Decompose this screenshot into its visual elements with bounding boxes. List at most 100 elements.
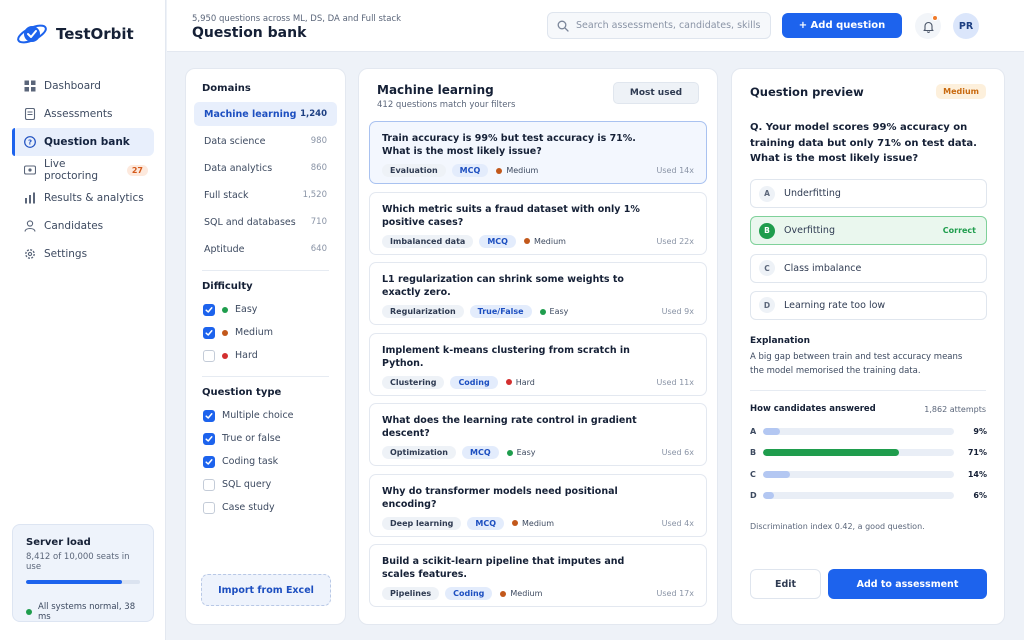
option-letter: A — [759, 185, 775, 202]
question-meta: Deep learning MCQ Medium — [382, 516, 554, 530]
domain-item-full-stack[interactable]: Full stack 1,520 — [194, 183, 337, 207]
difficulty-label: Medium — [533, 236, 566, 246]
difficulty-dot-icon — [512, 520, 519, 526]
add-question-button[interactable]: + Add question — [782, 13, 902, 38]
answer-option-a[interactable]: A Underfitting — [750, 179, 987, 208]
sidebar-item-results-analytics[interactable]: Results & analytics — [12, 184, 154, 212]
answer-option-d[interactable]: D Learning rate too low — [750, 290, 987, 320]
type-option-case-study[interactable]: Case study — [194, 496, 337, 519]
difficulty-label: Hard — [235, 350, 258, 361]
difficulty-dot-icon — [523, 238, 530, 244]
question-card[interactable]: Which metric suits a fraud dataset with … — [369, 191, 707, 255]
type-tag: MCQ — [467, 516, 505, 530]
checkbox[interactable] — [203, 303, 215, 316]
sidebar-item-live-proctoring[interactable]: Live proctoring 27 — [12, 156, 154, 184]
type-option-true-or-false[interactable]: True or false — [194, 427, 337, 450]
question-meta: Optimization MCQ Easy — [382, 446, 535, 459]
avatar[interactable]: PR — [953, 13, 979, 39]
question-text: Build a scikit-learn pipeline that imput… — [382, 556, 625, 580]
type-label: Multiple choice — [222, 410, 294, 421]
difficulty-option-medium[interactable]: Medium — [194, 321, 337, 344]
checkbox[interactable] — [203, 432, 215, 445]
server-load-bar — [26, 580, 140, 584]
sidebar-nav: Dashboard Assessments ? Question bank Li… — [12, 72, 154, 268]
difficulty-option-easy[interactable]: Easy — [194, 298, 337, 321]
question-card[interactable]: What does the learning rate control in g… — [369, 403, 707, 466]
domain-count: 640 — [310, 244, 327, 254]
top-header: 5,950 questions across ML, DS, DA and Fu… — [167, 0, 1024, 52]
attempts-count: 1,862 attempts — [924, 405, 986, 414]
document-icon — [24, 108, 36, 120]
bell-icon — [922, 21, 934, 33]
type-label: Case study — [222, 502, 275, 513]
checkbox[interactable] — [203, 326, 215, 339]
answer-letter: C — [750, 469, 756, 479]
type-label: True or false — [222, 433, 281, 444]
topic-tag: Deep learning — [382, 516, 462, 530]
question-text: Which metric suits a fraud dataset with … — [382, 203, 640, 228]
sidebar-item-assessments[interactable]: Assessments — [12, 100, 154, 128]
answer-bar-row: D 6% — [750, 490, 987, 502]
question-card[interactable]: Train accuracy is 99% but test accuracy … — [369, 121, 707, 184]
difficulty-indicator: Medium — [523, 236, 566, 246]
question-text: Why do transformer models need positiona… — [382, 485, 618, 510]
sidebar-item-label: Assessments — [44, 108, 113, 120]
type-option-sql-query[interactable]: SQL query — [194, 473, 337, 496]
import-from-excel-button[interactable]: Import from Excel — [201, 574, 331, 606]
sidebar-item-question-bank[interactable]: ? Question bank — [12, 128, 154, 156]
question-text: Train accuracy is 99% but test accuracy … — [382, 133, 636, 157]
answer-bar-track — [763, 492, 954, 499]
question-card[interactable]: Why do transformer models need positiona… — [369, 473, 707, 537]
difficulty-label: Easy — [235, 304, 258, 315]
answer-percent: 71% — [967, 448, 987, 457]
divider — [750, 390, 986, 391]
checkbox[interactable] — [203, 409, 215, 422]
notifications-button[interactable] — [915, 13, 941, 39]
question-meta: Evaluation MCQ Medium — [382, 164, 538, 177]
checkbox[interactable] — [203, 455, 215, 468]
question-circle-icon: ? — [24, 136, 36, 148]
question-card[interactable]: Implement k-means clustering from scratc… — [369, 332, 707, 396]
checkbox[interactable] — [203, 478, 215, 491]
answer-option-c[interactable]: C Class imbalance — [750, 253, 987, 283]
option-label: Underfitting — [784, 188, 841, 199]
preview-question-text: Q. Your model scores 99% accuracy on tra… — [750, 122, 977, 164]
checkbox[interactable] — [203, 501, 215, 514]
domain-item-aptitude[interactable]: Aptitude 640 — [194, 237, 337, 261]
sort-button[interactable]: Most used — [613, 82, 699, 104]
search-box[interactable] — [547, 12, 771, 39]
type-tag: MCQ — [461, 446, 499, 459]
edit-button[interactable]: Edit — [750, 569, 821, 599]
option-letter: B — [759, 222, 775, 239]
type-tag: Coding — [450, 375, 498, 389]
topic-tag: Evaluation — [382, 164, 446, 177]
type-tag: Coding — [445, 587, 493, 600]
difficulty-option-hard[interactable]: Hard — [194, 344, 337, 367]
search-input[interactable] — [576, 20, 766, 31]
difficulty-dot-icon — [496, 167, 503, 174]
type-tag: MCQ — [451, 164, 489, 177]
explanation-heading: Explanation — [750, 336, 811, 346]
question-card[interactable]: Build a scikit-learn pipeline that imput… — [369, 544, 707, 607]
sidebar-item-dashboard[interactable]: Dashboard — [12, 72, 154, 100]
sidebar-item-label: Live proctoring — [44, 158, 99, 182]
domain-item-machine-learning[interactable]: Machine learning 1,240 — [194, 102, 337, 126]
question-card[interactable]: L1 regularization can shrink some weight… — [369, 262, 707, 325]
answer-option-b[interactable]: B Overfitting Correct — [750, 216, 987, 246]
checkbox[interactable] — [203, 349, 215, 362]
answer-letter: B — [750, 448, 757, 457]
domain-item-data-analytics[interactable]: Data analytics 860 — [194, 156, 337, 180]
option-label: Overfitting — [784, 225, 835, 237]
sidebar: TestOrbit Dashboard Assessments ? Questi… — [0, 0, 166, 640]
sidebar-item-candidates[interactable]: Candidates — [12, 212, 154, 240]
type-tag: True/False — [469, 305, 532, 318]
brand[interactable]: TestOrbit — [16, 21, 134, 47]
type-tag: MCQ — [479, 234, 516, 248]
sidebar-item-settings[interactable]: Settings — [12, 240, 154, 268]
type-option-multiple-choice[interactable]: Multiple choice — [194, 404, 337, 427]
domain-list: Machine learning 1,240 Data science 980 Da… — [194, 102, 337, 261]
type-option-coding-task[interactable]: Coding task — [194, 450, 337, 473]
add-to-assessment-button[interactable]: Add to assessment — [828, 569, 987, 599]
domain-item-sql-databases[interactable]: SQL and databases 710 — [194, 210, 337, 234]
domain-item-data-science[interactable]: Data science 980 — [194, 129, 337, 153]
